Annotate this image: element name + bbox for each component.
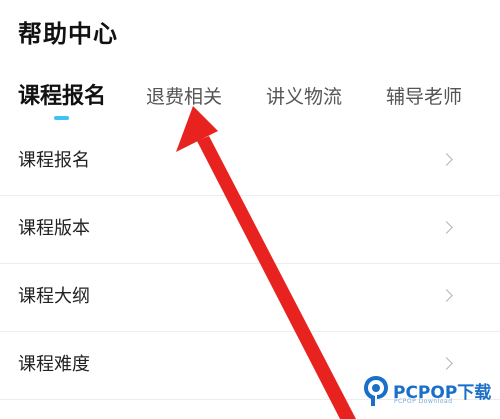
pcpop-logo-icon	[364, 376, 388, 406]
watermark-subtitle: PCPOP Download	[394, 398, 453, 405]
watermark: PCPOP下载 PCPOP Download	[363, 372, 495, 412]
annotation-arrow-icon	[176, 106, 356, 419]
